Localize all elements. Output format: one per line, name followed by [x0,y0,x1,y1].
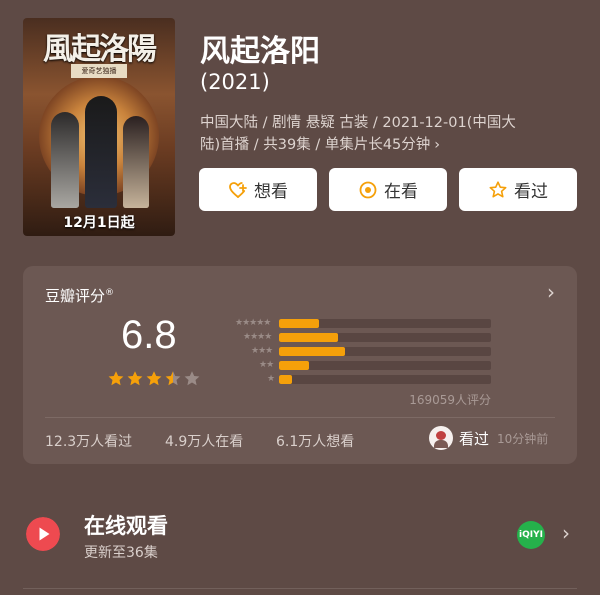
distribution-bar-track [279,347,491,356]
distribution-star-label: ★★★★★ [235,318,271,328]
watching-button[interactable]: 在看 [329,168,447,211]
iqiyi-logo-icon[interactable]: iQIYI [517,521,545,549]
poster-figure-left [51,112,79,208]
distribution-row: ★ [217,373,497,387]
show-meta-line1: 中国大陆 / 剧情 悬疑 古装 / 2021-12-01(中国大 [200,115,516,131]
poster-title: 風起洛陽 [43,32,157,67]
stat-watching: 4.9万人在看 [165,434,244,450]
distribution-star-label: ★★★★ [243,332,272,342]
rating-card[interactable]: 豆瓣评分® › 6.8 ★★★★★ ★★★★ ★★★ ★★ ★ 169059人评分 12… [23,266,577,464]
stat-want: 6.1万人想看 [276,434,355,450]
watch-subtitle: 更新至36集 [84,545,158,561]
rating-score: 6.8 [121,313,177,357]
poster-image[interactable]: 風起洛陽 爱奇艺独播 12月1日起 [23,18,175,236]
distribution-star-label: ★★★ [251,346,273,356]
distribution-bar-track [279,333,491,342]
action-bar: 想看 在看 看过 [199,168,579,211]
rating-stars [107,370,202,387]
heart-plus-icon [229,181,247,198]
registered-mark: ® [105,288,115,298]
poster-figure-center [85,96,117,208]
rating-star-icon [184,371,200,386]
watched-button[interactable]: 看过 [459,168,577,211]
recent-activity-label: 看过 [459,429,490,448]
section-divider [23,588,577,589]
distribution-row: ★★ [217,359,497,373]
rating-star-icon [127,371,143,386]
distribution-row: ★★★★★ [217,317,497,331]
distribution-star-label: ★ [267,374,275,384]
poster-date: 12月1日起 [63,215,135,231]
distribution-row: ★★★ [217,345,497,359]
want-button[interactable]: 想看 [199,168,317,211]
poster-subtitle: 爱奇艺独播 [71,64,127,78]
distribution-bar-track [279,319,491,328]
card-divider [45,417,555,418]
chevron-right-icon[interactable]: › [562,521,570,545]
play-icon[interactable] [26,517,60,551]
watch-title[interactable]: 在线观看 [84,510,168,540]
chevron-right-icon: › [434,137,441,153]
watched-button-label: 看过 [514,182,548,202]
rating-distribution: ★★★★★ ★★★★ ★★★ ★★ ★ [217,317,497,387]
distribution-bar-track [279,361,491,370]
rating-card-title: 豆瓣评分® [45,285,114,306]
poster-figure-right [123,116,149,208]
show-year: (2021) [200,70,270,94]
show-meta-line2: 陆)首播 / 共39集 / 单集片长45分钟 [200,137,431,153]
distribution-bar-fill [279,361,309,370]
recent-activity-time: 10分钟前 [497,431,549,446]
target-circle-icon [359,181,377,198]
distribution-bar-fill [279,375,292,384]
rating-star-icon [108,371,124,386]
chevron-right-icon[interactable]: › [547,280,555,304]
show-title: 风起洛阳 [200,35,320,68]
distribution-bar-fill [279,347,345,356]
rating-star-icon [146,371,162,386]
distribution-star-label: ★★ [259,360,274,370]
distribution-row: ★★★★ [217,331,497,345]
distribution-bar-track [279,375,491,384]
watching-button-label: 在看 [384,182,418,202]
want-button-label: 想看 [254,182,288,202]
rating-count: 169059人评分 [409,393,491,407]
rating-star-icon [165,371,181,386]
show-meta[interactable]: 中国大陆 / 剧情 悬疑 古装 / 2021-12-01(中国大 陆)首播 / … [200,112,570,156]
star-outline-icon [489,180,507,197]
avatar[interactable] [429,426,453,450]
distribution-bar-fill [279,333,339,342]
rating-title-text: 豆瓣评分 [45,287,106,305]
distribution-bar-fill [279,319,320,328]
stat-watched: 12.3万人看过 [45,434,133,450]
recent-activity[interactable]: 看过 10分钟前 [429,426,548,450]
